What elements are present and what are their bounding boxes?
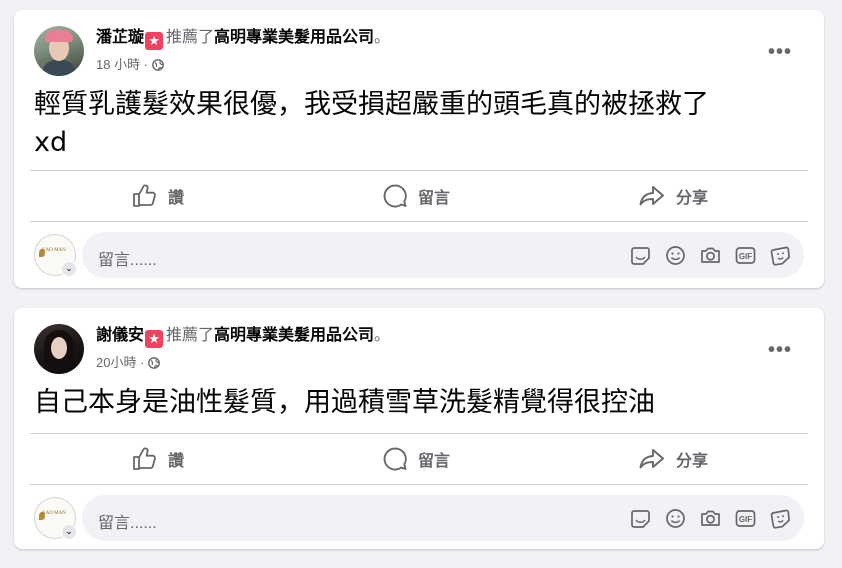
period: 。 xyxy=(374,29,391,46)
recommend-text: 推薦了 xyxy=(166,29,215,46)
more-options-button[interactable]: ••• xyxy=(768,42,792,62)
gif-icon[interactable]: GIF xyxy=(734,507,757,530)
post-header: 謝儀安 ★ 推薦了高明專業美髮用品公司。 20小時 · ••• xyxy=(34,322,810,374)
chevron-down-icon[interactable]: ⌄ xyxy=(61,261,77,277)
thumbs-up-icon xyxy=(133,447,156,470)
post-time[interactable]: 20小時 · xyxy=(96,355,144,370)
recommend-text: 推薦了 xyxy=(166,327,215,344)
globe-icon xyxy=(148,357,160,369)
share-button[interactable]: 分享 xyxy=(638,435,708,483)
gif-icon[interactable]: GIF xyxy=(734,244,757,267)
comment-tools: GIF xyxy=(629,507,792,530)
recommend-star-icon: ★ xyxy=(145,32,164,50)
emoji-icon[interactable] xyxy=(664,507,687,530)
period: 。 xyxy=(374,327,391,344)
like-label: 讚 xyxy=(168,453,185,470)
thumbs-up-icon xyxy=(133,184,156,207)
page-avatar[interactable]: KAO MAN ⌄ xyxy=(34,497,77,540)
post-actions: 讚 留言 分享 xyxy=(30,435,808,483)
comment-tools: GIF xyxy=(629,244,792,267)
comment-placeholder: 留言...... xyxy=(98,252,157,269)
author-name[interactable]: 潘芷璇 xyxy=(96,29,144,46)
post-card: 謝儀安 ★ 推薦了高明專業美髮用品公司。 20小時 · ••• 自己本身是油性髮質，… xyxy=(14,308,824,549)
comment-placeholder: 留言...... xyxy=(98,515,157,532)
like-button[interactable]: 讚 xyxy=(132,435,184,483)
post-time[interactable]: 18 小時 · xyxy=(96,57,148,72)
more-options-button[interactable]: ••• xyxy=(768,340,792,360)
post-meta: 18 小時 · xyxy=(96,54,164,73)
divider xyxy=(30,221,808,222)
globe-icon xyxy=(151,59,164,71)
comment-label: 留言 xyxy=(418,453,451,470)
like-button[interactable]: 讚 xyxy=(132,172,184,220)
comment-label: 留言 xyxy=(418,190,451,207)
page-logo-text: KAO MAN xyxy=(42,511,66,516)
svg-text:GIF: GIF xyxy=(739,515,752,524)
divider xyxy=(30,433,808,434)
share-arrow-icon xyxy=(639,449,664,469)
post-text-line: 輕質乳護髮效果很優，我受損超嚴重的頭毛真的被拯救了 xyxy=(34,89,709,120)
share-label: 分享 xyxy=(676,190,709,207)
chevron-down-icon[interactable]: ⌄ xyxy=(61,524,77,540)
share-button[interactable]: 分享 xyxy=(638,172,708,220)
author-avatar[interactable] xyxy=(34,26,84,76)
post-text: 輕質乳護髮效果很優，我受損超嚴重的頭毛真的被拯救了 xd xyxy=(34,86,800,162)
page-logo-text: KAO MAN xyxy=(42,248,66,253)
comment-bubble-icon xyxy=(383,184,407,208)
share-label: 分享 xyxy=(676,453,709,470)
post-card: 潘芷璇 ★ 推薦了高明專業美髮用品公司。 18 小時 · ••• 輕質乳護髮效果很優… xyxy=(14,10,824,288)
page-name-link[interactable]: 高明專業美髮用品公司 xyxy=(214,29,374,46)
comment-button[interactable]: 留言 xyxy=(382,172,450,220)
comment-composer: KAO MAN ⌄ 留言...... GIF xyxy=(34,495,804,541)
svg-text:GIF: GIF xyxy=(739,252,752,261)
share-arrow-icon xyxy=(639,186,664,206)
post-text: 自己本身是油性髮質，用過積雪草洗髮精覺得很控油 xyxy=(34,384,800,422)
comment-input[interactable]: 留言...... GIF xyxy=(82,495,804,541)
recommend-star-icon: ★ xyxy=(145,330,164,348)
divider xyxy=(30,484,808,485)
post-meta: 20小時 · xyxy=(96,352,160,371)
comment-input[interactable]: 留言...... GIF xyxy=(82,232,804,278)
post-actions: 讚 留言 分享 xyxy=(30,172,808,220)
sticker-icon[interactable] xyxy=(629,507,652,530)
post-header: 潘芷璇 ★ 推薦了高明專業美髮用品公司。 18 小時 · ••• xyxy=(34,24,810,76)
page-avatar[interactable]: KAO MAN ⌄ xyxy=(34,234,77,277)
comment-bubble-icon xyxy=(383,447,407,471)
sticker-icon[interactable] xyxy=(629,244,652,267)
avatar-sticker-icon[interactable] xyxy=(769,507,792,530)
post-text-line: xd xyxy=(34,127,68,158)
avatar-sticker-icon[interactable] xyxy=(769,244,792,267)
page-name-link[interactable]: 高明專業美髮用品公司 xyxy=(214,327,374,344)
camera-icon[interactable] xyxy=(699,244,722,267)
post-text-line: 自己本身是油性髮質，用過積雪草洗髮精覺得很控油 xyxy=(34,387,655,418)
emoji-icon[interactable] xyxy=(664,244,687,267)
divider xyxy=(30,170,808,171)
camera-icon[interactable] xyxy=(699,507,722,530)
author-name[interactable]: 謝儀安 xyxy=(96,327,144,344)
comment-button[interactable]: 留言 xyxy=(382,435,450,483)
like-label: 讚 xyxy=(168,190,185,207)
post-title-line: 謝儀安 ★ 推薦了高明專業美髮用品公司。 xyxy=(96,326,390,348)
author-avatar[interactable] xyxy=(34,324,84,374)
post-title-line: 潘芷璇 ★ 推薦了高明專業美髮用品公司。 xyxy=(96,28,390,50)
comment-composer: KAO MAN ⌄ 留言...... GIF xyxy=(34,232,804,278)
